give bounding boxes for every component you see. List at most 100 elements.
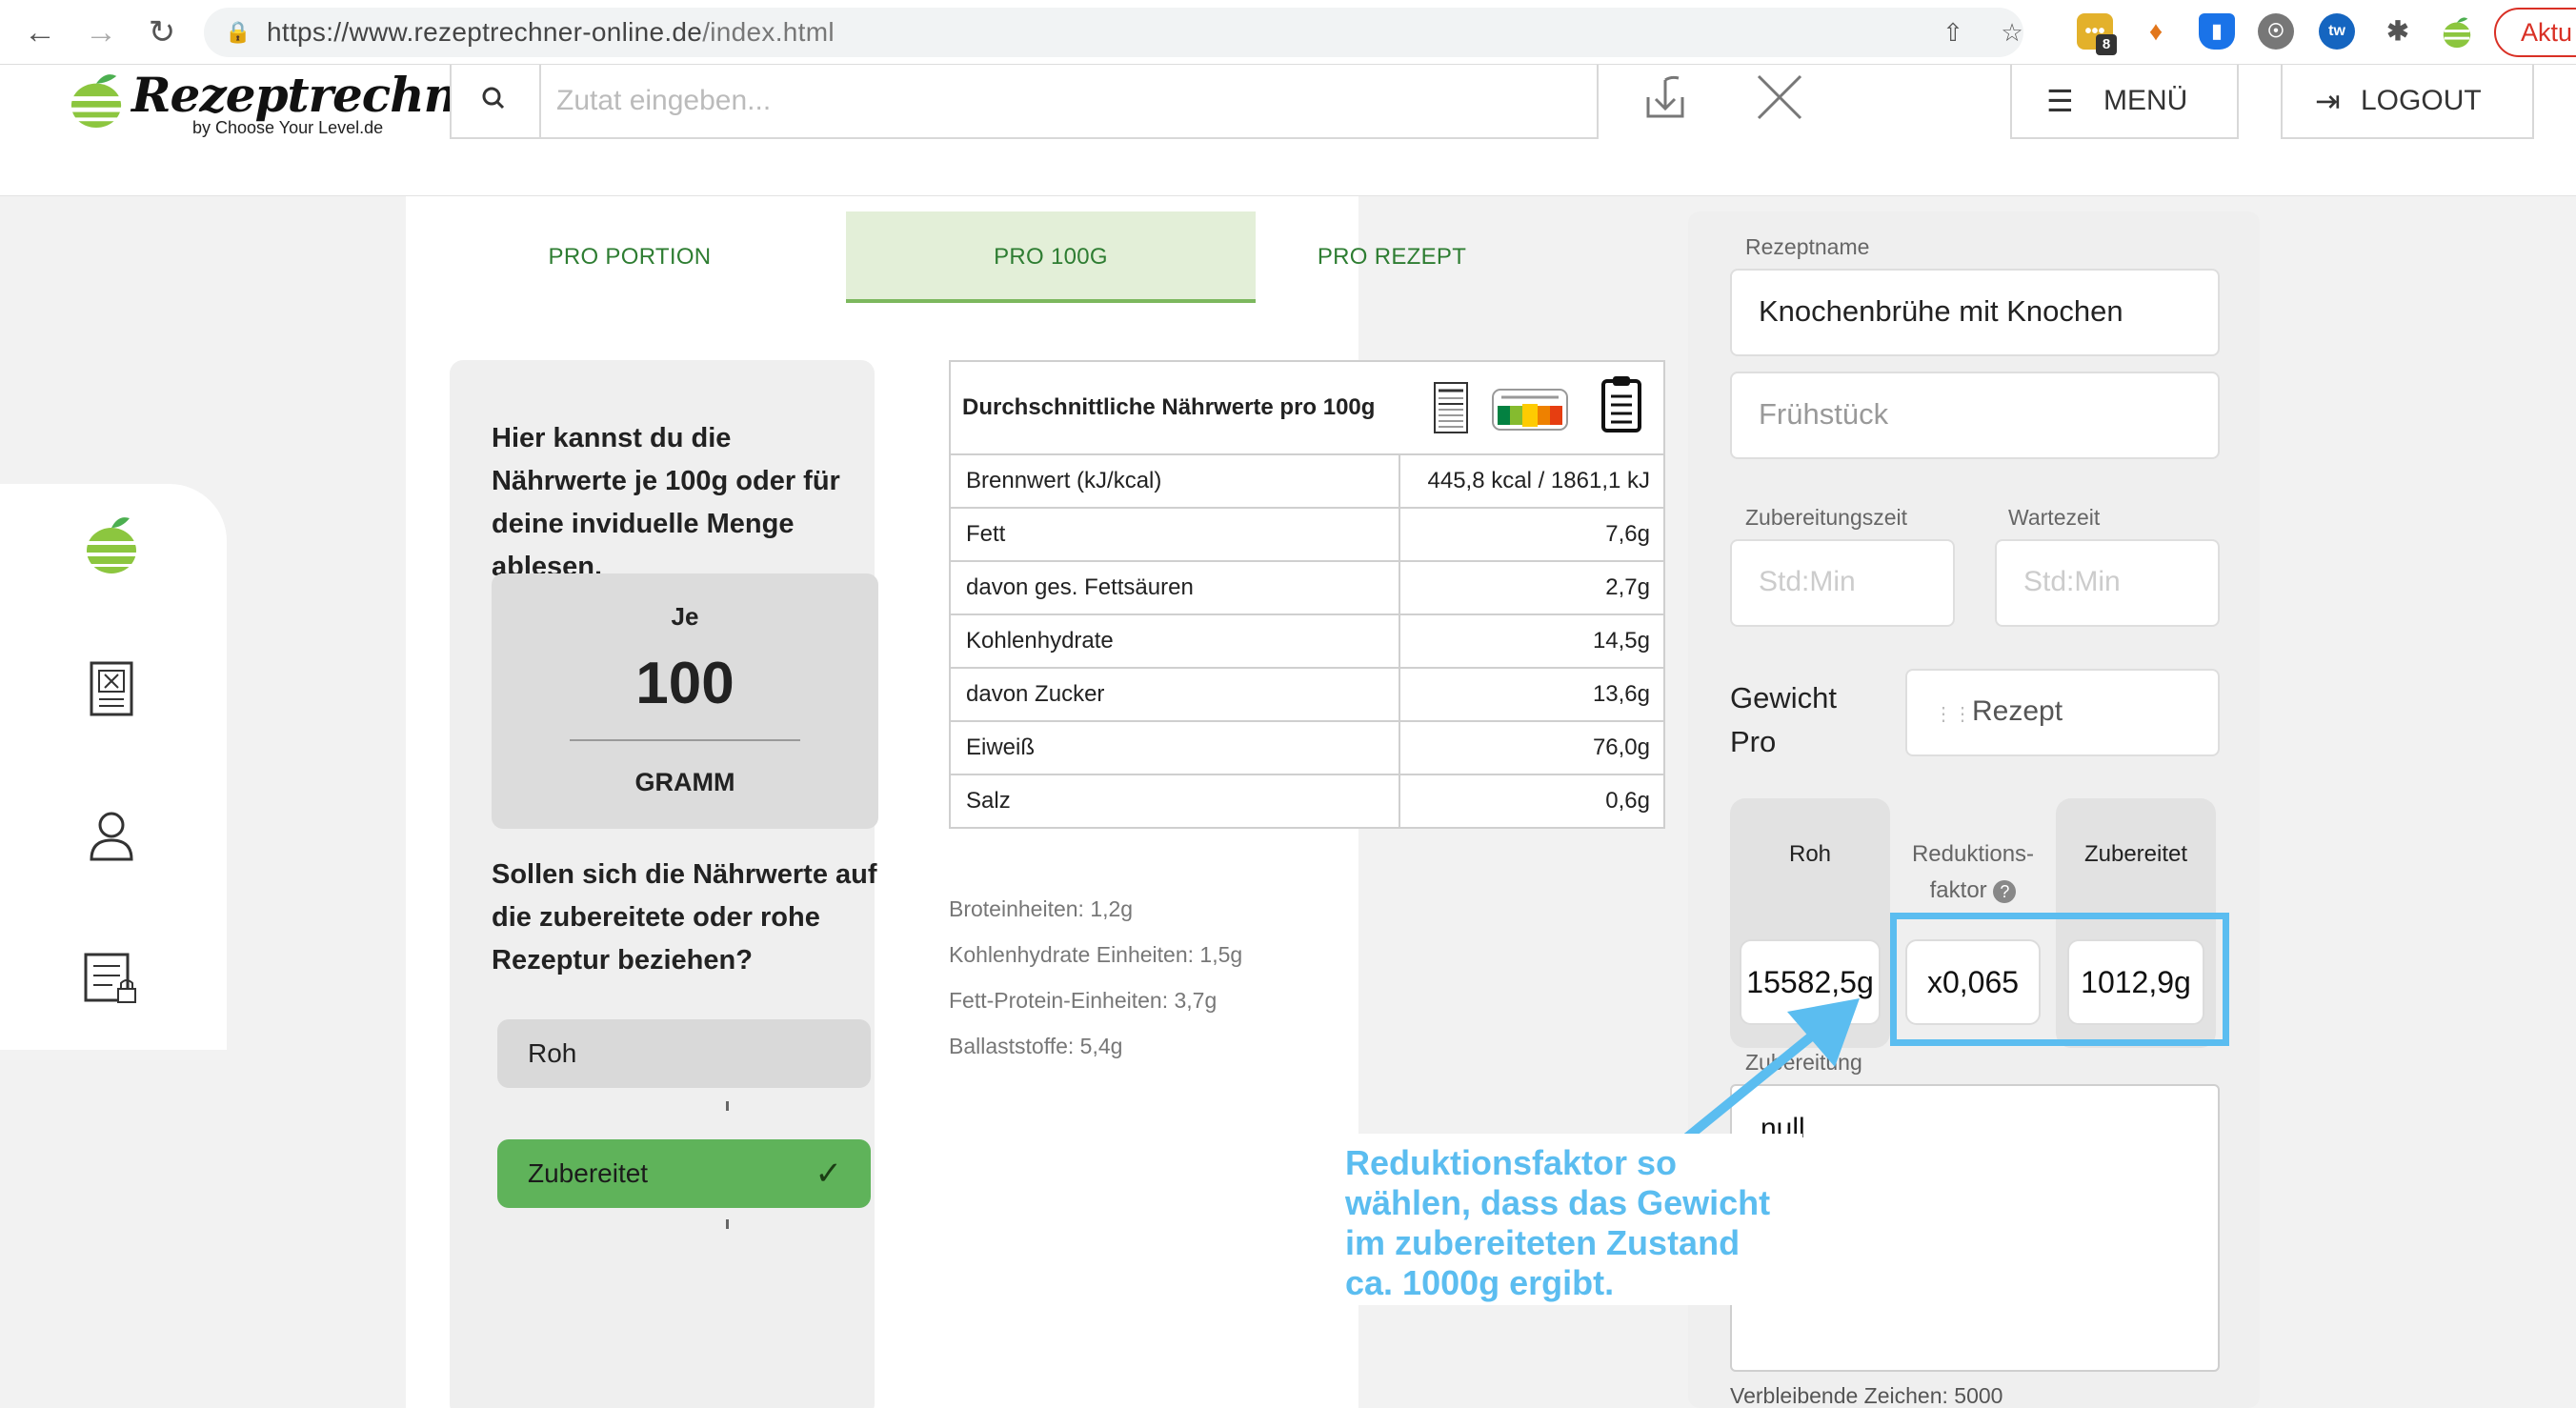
extra-value: Broteinheiten: 1,2g: [949, 896, 1134, 921]
nutrition-row: Eiweiß 76,0g: [951, 722, 1663, 775]
tw-extension-icon[interactable]: tw: [2319, 13, 2355, 50]
tick-mark: [726, 1219, 729, 1229]
hamburger-icon: ☰: [2046, 84, 2074, 118]
nutrient-value: 445,8 kcal / 1861,1 kJ: [1427, 468, 1650, 493]
recipe-name-label: Rezeptname: [1745, 234, 1870, 259]
logo-apple-icon: [70, 74, 123, 128]
prep-time-label: Zubereitungszeit: [1745, 505, 1908, 530]
ingredient-search: [450, 65, 1599, 139]
logout-icon: ⇥: [2315, 84, 2341, 118]
nutri-score-icon[interactable]: [1492, 389, 1568, 431]
reload-icon[interactable]: ↻: [141, 11, 183, 53]
nutrition-row: Fett 7,6g: [951, 509, 1663, 562]
weight-label-line: Gewicht: [1730, 681, 1837, 714]
recipe-name-field[interactable]: Knochenbrühe mit Knochen: [1730, 269, 2220, 356]
extra-values: Broteinheiten: 1,2g Kohlenhydrate Einhei…: [949, 886, 1242, 1069]
nutrition-facts-icon[interactable]: [1433, 381, 1469, 434]
nutrient-label: davon ges. Fettsäuren: [966, 574, 1194, 600]
logo[interactable]: Rezeptrechner by Choose Your Level.de: [69, 67, 512, 145]
update-button[interactable]: Aktu: [2494, 8, 2576, 57]
star-icon[interactable]: ☆: [1997, 17, 2027, 48]
drag-handle-icon: ⋮⋮: [1934, 704, 1972, 725]
import-icon[interactable]: [1642, 72, 1688, 124]
forward-icon[interactable]: →: [80, 11, 122, 53]
nutrition-row: Kohlenhydrate 14,5g: [951, 615, 1663, 669]
back-icon[interactable]: ←: [19, 11, 61, 53]
factor-title: Reduktions- faktor ?: [1890, 836, 2056, 909]
url-text: https://www.rezeptrechner-online.de/inde…: [267, 17, 835, 47]
nutrient-label: Salz: [966, 788, 1011, 814]
category-field[interactable]: Frühstück: [1730, 372, 2220, 459]
weight-label-line: Pro: [1730, 725, 1777, 758]
column-divider: [1399, 722, 1400, 774]
address-bar[interactable]: 🔒 https://www.rezeptrechner-online.de/in…: [204, 8, 2023, 57]
option-cooked-label: Zubereitet: [528, 1158, 649, 1188]
nutrition-row: davon Zucker 13,6g: [951, 669, 1663, 722]
clipboard-icon[interactable]: [1600, 373, 1642, 432]
info-card: Hier kannst du die Nährwerte je 100g ode…: [450, 360, 878, 1408]
intro-text: Hier kannst du die Nährwerte je 100g ode…: [492, 423, 840, 582]
extra-value: Fett-Protein-Einheiten: 3,7g: [949, 988, 1218, 1013]
main-panel: PRO PORTION PRO 100G PRO REZEPT Hier kan…: [406, 196, 1665, 1408]
prep-time-input[interactable]: Std:Min: [1730, 539, 1955, 627]
lock-icon: 🔒: [225, 20, 252, 44]
nutrient-label: Eiweiß: [966, 734, 1036, 760]
nutrient-label: Fett: [966, 521, 1006, 547]
weight-per-label: Gewicht Pro: [1730, 676, 1837, 764]
nutrient-label: Kohlenhydrate: [966, 628, 1114, 654]
rezeptrechner-extension-icon[interactable]: [2439, 13, 2475, 50]
globe-extension-icon[interactable]: ☉: [2258, 13, 2294, 50]
factor-title-line: Reduktions-: [1911, 841, 2035, 867]
extension-icon[interactable]: ••• 8: [2077, 13, 2117, 55]
wait-time-label: Wartezeit: [2008, 505, 2101, 530]
tick-mark: [726, 1101, 729, 1111]
puzzle-icon[interactable]: ✱: [2380, 13, 2416, 50]
sidebar: [0, 484, 227, 1050]
nutrient-value: 2,7g: [1605, 574, 1650, 600]
nutrient-value: 76,0g: [1592, 734, 1650, 760]
weight-per-select[interactable]: ⋮⋮Rezept: [1905, 669, 2220, 756]
raw-title: Roh: [1788, 841, 1832, 867]
option-cooked-button[interactable]: Zubereitet ✓: [497, 1139, 871, 1208]
factor-title-text: faktor: [1929, 877, 1987, 903]
browser-toolbar: ← → ↻ 🔒 https://www.rezeptrechner-online…: [0, 0, 2576, 65]
nutrient-value: 7,6g: [1605, 521, 1650, 547]
option-raw-button[interactable]: Roh: [497, 1019, 871, 1088]
column-divider: [1399, 615, 1400, 667]
logout-button[interactable]: ⇥ LOGOUT: [2281, 65, 2534, 139]
search-icon[interactable]: [452, 65, 541, 137]
column-divider: [1399, 562, 1400, 613]
amount-value[interactable]: 100: [492, 650, 878, 717]
highlight-box: [1890, 913, 2229, 1046]
column-divider: [1399, 775, 1400, 829]
divider: [570, 739, 800, 741]
tab-pro-rezept[interactable]: PRO REZEPT: [1254, 211, 1530, 303]
locked-list-icon[interactable]: [78, 945, 145, 1012]
nutrient-label: davon Zucker: [966, 681, 1105, 707]
shield-extension-icon[interactable]: ▮: [2199, 13, 2235, 50]
amount-box: Je 100 GRAMM: [492, 573, 878, 829]
tab-pro-portion[interactable]: PRO PORTION: [425, 211, 835, 303]
search-input[interactable]: [556, 76, 1576, 126]
remaining-chars: Verbleibende Zeichen: 5000: [1730, 1383, 2003, 1408]
tab-pro-100g[interactable]: PRO 100G: [846, 211, 1256, 303]
metamask-icon[interactable]: ♦: [2138, 13, 2174, 50]
checkmark-icon: ✓: [815, 1156, 843, 1192]
help-icon[interactable]: ?: [1993, 880, 2017, 903]
question-text: Sollen sich die Nährwerte auf die zubere…: [492, 859, 877, 976]
site-header: Rezeptrechner by Choose Your Level.de ☰ …: [0, 65, 2576, 196]
menu-button[interactable]: ☰ MENÜ: [2010, 65, 2239, 139]
wait-time-input[interactable]: Std:Min: [1995, 539, 2220, 627]
nutrition-header: Durchschnittliche Nährwerte pro 100g: [951, 362, 1663, 455]
menu-label: MENÜ: [2103, 85, 2188, 116]
recipe-icon[interactable]: [78, 655, 145, 722]
annotation-note: Reduktionsfaktor so wählen, dass das Gew…: [1330, 1134, 1802, 1305]
factor-title-line2: faktor ?: [1890, 873, 2056, 909]
home-apple-icon[interactable]: [78, 511, 145, 577]
user-icon[interactable]: [78, 802, 145, 869]
extension-badge: 8: [2096, 34, 2117, 55]
nutrient-value: 13,6g: [1592, 681, 1650, 707]
share-icon[interactable]: ⇧: [1938, 17, 1968, 48]
extra-value: Kohlenhydrate Einheiten: 1,5g: [949, 942, 1243, 967]
close-icon[interactable]: [1753, 70, 1806, 124]
